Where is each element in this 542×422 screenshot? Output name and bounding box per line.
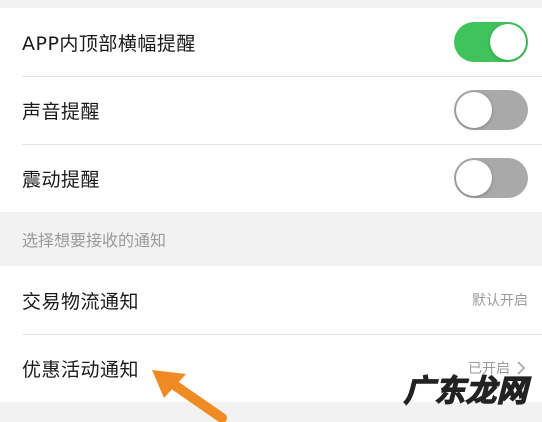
logistics-notification-status: 默认开启 [472,293,528,309]
promotion-notification-label: 优惠活动通知 [22,358,140,381]
toggle-knob [490,24,526,60]
toggle-group: APP内顶部横幅提醒 声音提醒 震动提醒 [0,8,542,212]
sound-reminder-label: 声音提醒 [22,100,101,123]
row-logistics-notification[interactable]: 交易物流通知 默认开启 [0,266,542,334]
toggle-knob [456,160,492,196]
vibration-reminder-toggle[interactable] [454,158,528,198]
top-spacer [0,0,542,8]
banner-reminder-label: APP内顶部横幅提醒 [22,32,196,55]
watermark-logo: 广东龙网 [403,373,528,410]
row-sound-reminder[interactable]: 声音提醒 [0,76,542,144]
vibration-reminder-label: 震动提醒 [22,168,101,191]
pointer-arrow-icon [152,370,227,422]
section-header: 选择想要接收的通知 [0,212,542,266]
logistics-notification-label: 交易物流通知 [22,290,140,313]
toggle-knob [456,92,492,128]
banner-reminder-toggle[interactable] [454,22,528,62]
logistics-notification-value: 默认开启 [472,290,528,310]
notification-settings-screen: APP内顶部横幅提醒 声音提醒 震动提醒 选择想要接收的通知 交易物流通知 默认… [0,0,542,422]
row-banner-reminder[interactable]: APP内顶部横幅提醒 [0,8,542,76]
row-vibration-reminder[interactable]: 震动提醒 [0,144,542,212]
sound-reminder-toggle[interactable] [454,90,528,130]
